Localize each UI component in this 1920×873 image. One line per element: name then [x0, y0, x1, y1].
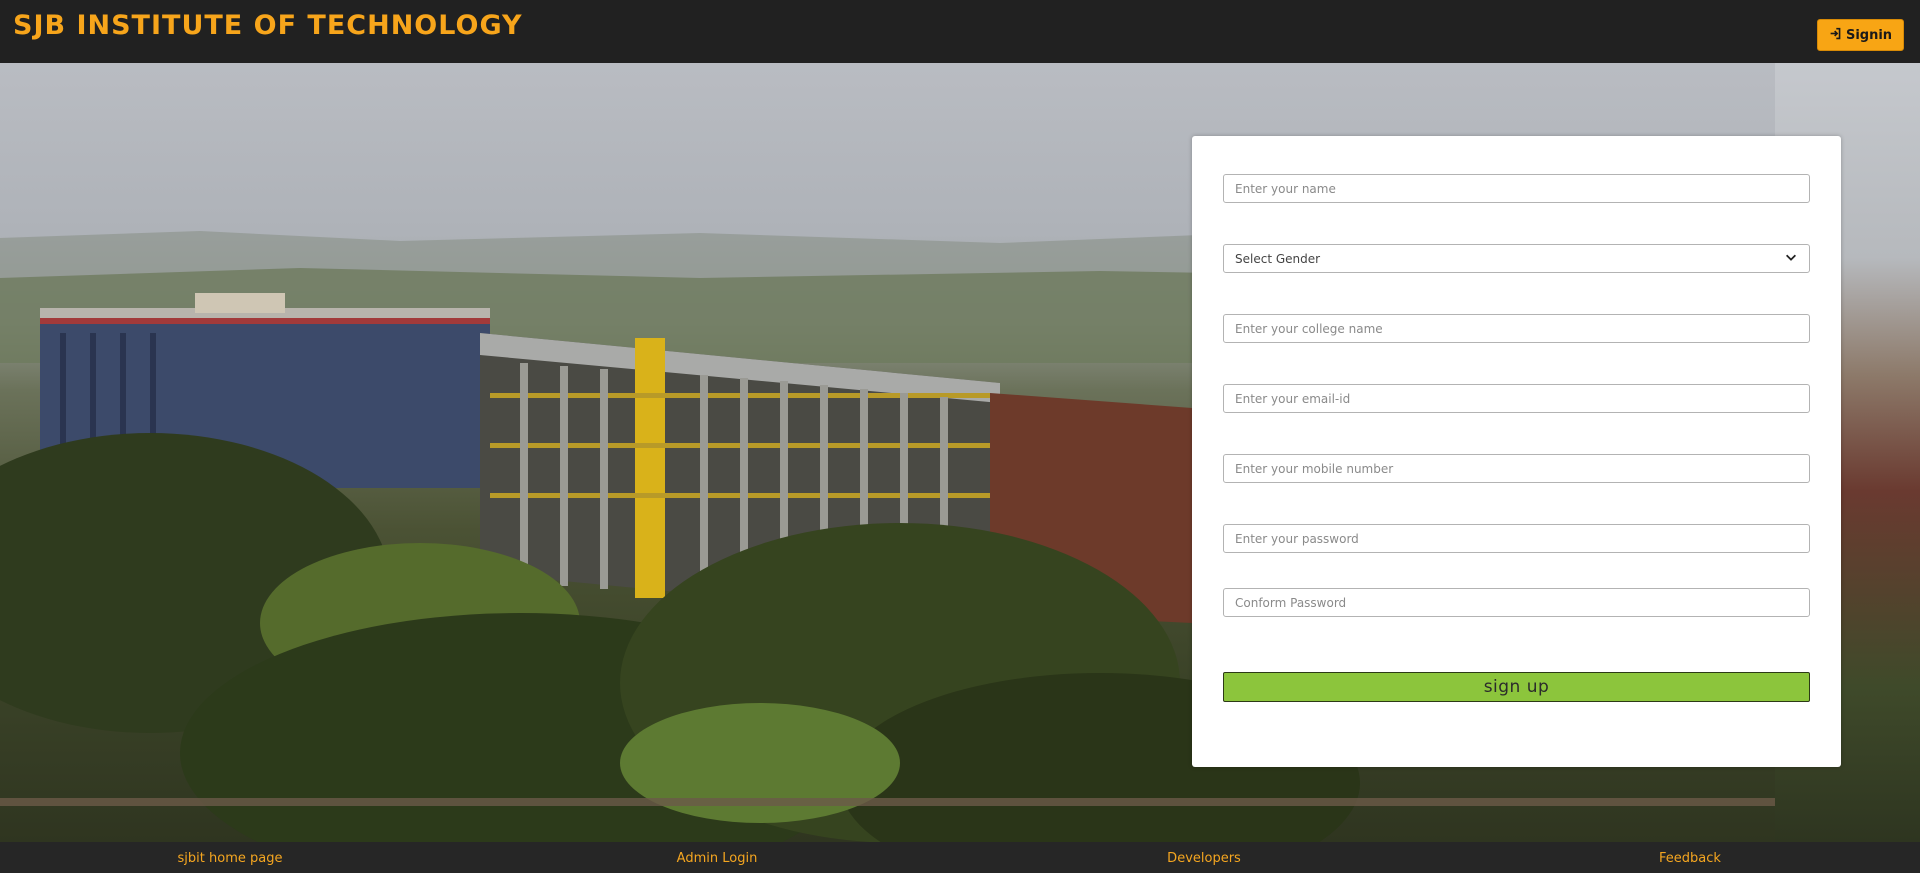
- college-name-input[interactable]: [1223, 314, 1810, 343]
- footer-link-admin-login[interactable]: Admin Login: [677, 851, 758, 866]
- signup-button[interactable]: sign up: [1223, 672, 1810, 702]
- signin-label: Signin: [1845, 27, 1893, 43]
- gender-select-value: Select Gender: [1235, 251, 1321, 266]
- password-input[interactable]: [1223, 524, 1810, 553]
- footer-link-feedback[interactable]: Feedback: [1659, 851, 1721, 866]
- chevron-down-icon: [1784, 250, 1798, 267]
- confirm-password-input[interactable]: [1223, 588, 1810, 617]
- signup-form-card: Select Gender sign up: [1192, 136, 1841, 767]
- signin-button[interactable]: Signin: [1817, 19, 1904, 51]
- footer-bar: sjbit home page Admin Login Developers F…: [0, 842, 1920, 873]
- mobile-number-input[interactable]: [1223, 454, 1810, 483]
- top-navbar: SJB INSTITUTE OF TECHNOLOGY Signin: [0, 0, 1920, 63]
- name-input[interactable]: [1223, 174, 1810, 203]
- footer-link-home[interactable]: sjbit home page: [178, 851, 283, 866]
- email-input[interactable]: [1223, 384, 1810, 413]
- sign-in-icon: [1829, 27, 1842, 44]
- gender-select[interactable]: Select Gender: [1223, 244, 1810, 273]
- site-title: SJB INSTITUTE OF TECHNOLOGY: [13, 10, 523, 41]
- footer-link-developers[interactable]: Developers: [1167, 851, 1241, 866]
